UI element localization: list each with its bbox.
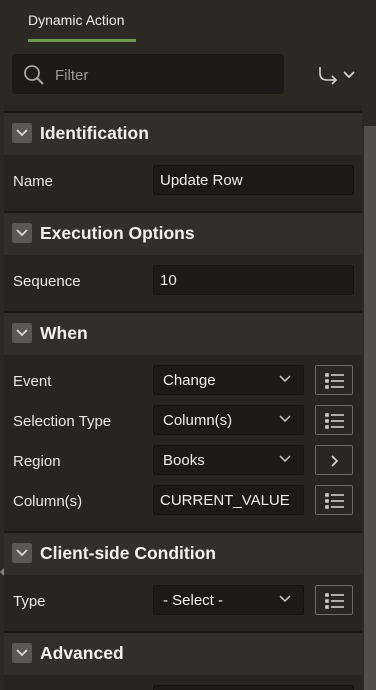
collapse-toggle[interactable] [12, 323, 32, 343]
chevron-down-icon [279, 595, 291, 603]
event-value: Change [163, 372, 216, 389]
go-to-group-button[interactable] [316, 63, 360, 87]
columns-label: Column(s) [13, 493, 83, 510]
chevron-down-icon [16, 129, 28, 137]
property-panel: Identification Name Update Row Execution… [4, 105, 362, 690]
collapse-toggle[interactable] [12, 543, 32, 563]
columns-list-button[interactable] [315, 485, 353, 515]
section-execution-options[interactable]: Execution Options [4, 211, 362, 255]
section-title: When [40, 323, 88, 343]
event-list-button[interactable] [315, 365, 353, 395]
chevron-down-icon [279, 375, 291, 383]
columns-value: CURRENT_VALUE [160, 492, 290, 509]
chevron-down-icon [279, 455, 291, 463]
collapse-toggle[interactable] [12, 643, 32, 663]
filter-input[interactable] [53, 61, 277, 89]
chevron-down-icon [16, 329, 28, 337]
selection-type-list-button[interactable] [315, 405, 353, 435]
chevron-down-icon [16, 549, 28, 557]
name-field[interactable]: Update Row [153, 165, 354, 195]
selection-type-label: Selection Type [13, 413, 112, 430]
section-identification[interactable]: Identification [4, 111, 362, 155]
section-title: Identification [40, 123, 149, 143]
event-select[interactable]: Change [153, 365, 304, 395]
collapse-toggle[interactable] [12, 123, 32, 143]
name-value: Update Row [160, 172, 243, 189]
region-label: Region [13, 453, 61, 470]
region-value: Books [163, 452, 205, 469]
type-label: Type [13, 593, 46, 610]
type-list-button[interactable] [315, 585, 353, 615]
section-title: Execution Options [40, 223, 195, 243]
filter-box [12, 54, 284, 94]
chevron-down-icon [16, 229, 28, 237]
section-client-side-condition[interactable]: Client-side Condition [4, 531, 362, 575]
goto-arrow-icon [319, 67, 355, 85]
section-title: Advanced [40, 643, 124, 663]
sequence-label: Sequence [13, 273, 81, 290]
advanced-field-partial[interactable] [153, 685, 354, 690]
region-select[interactable]: Books [153, 445, 304, 475]
section-advanced[interactable]: Advanced [4, 631, 362, 675]
type-value: - Select - [163, 592, 224, 609]
event-label: Event [13, 373, 52, 390]
scrollbar[interactable] [364, 126, 376, 690]
section-title: Client-side Condition [40, 543, 216, 563]
sequence-value: 10 [160, 272, 177, 289]
name-label: Name [13, 173, 54, 190]
columns-field[interactable]: CURRENT_VALUE [153, 485, 304, 515]
selection-type-select[interactable]: Column(s) [153, 405, 304, 435]
search-icon [24, 65, 44, 85]
toolbar [0, 43, 376, 105]
selection-type-value: Column(s) [163, 412, 233, 429]
tab-dynamic-action[interactable]: Dynamic Action [28, 0, 124, 43]
list-icon [325, 413, 344, 429]
active-tab-indicator [28, 39, 136, 42]
list-icon [325, 373, 344, 389]
sequence-field[interactable]: 10 [153, 265, 354, 295]
chevron-down-icon [279, 415, 291, 423]
chevron-right-icon [331, 455, 339, 467]
collapse-toggle[interactable] [12, 223, 32, 243]
region-go-button[interactable] [315, 445, 353, 475]
type-select[interactable]: - Select - [153, 585, 304, 615]
chevron-down-icon [16, 649, 28, 657]
list-icon [325, 493, 344, 509]
section-when[interactable]: When [4, 311, 362, 355]
list-icon [325, 593, 344, 609]
tab-bar: Dynamic Action [0, 0, 376, 43]
